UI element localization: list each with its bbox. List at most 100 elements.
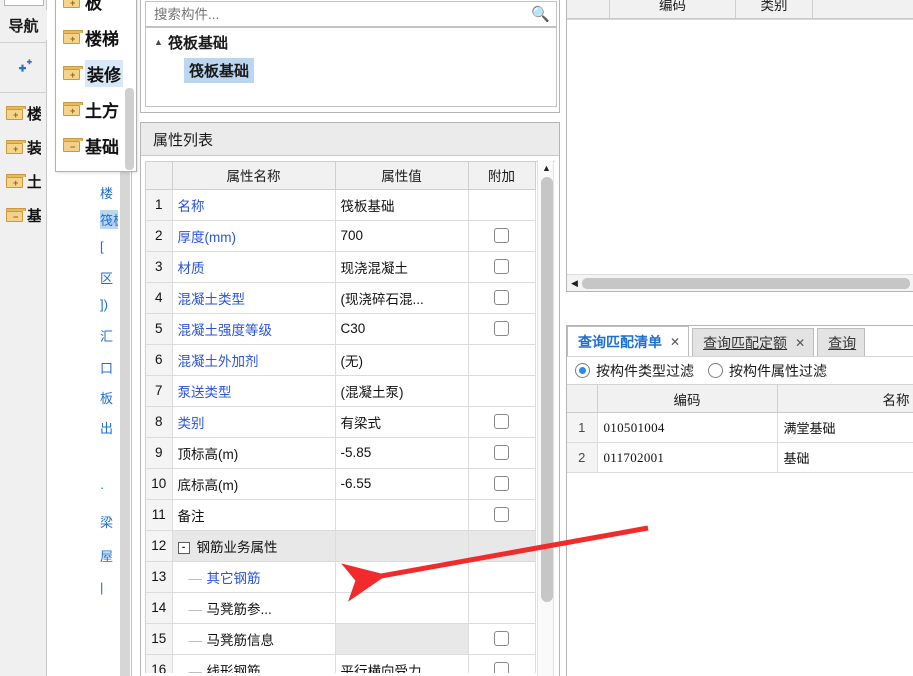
table-row[interactable]: 16 — 线形钢筋... 平行横向受力...: [146, 654, 536, 673]
row-property-name[interactable]: — 线形钢筋...: [172, 654, 336, 673]
attach-checkbox[interactable]: [494, 290, 509, 306]
row-property-name[interactable]: 底标高(m): [172, 468, 336, 500]
dropdown-item-jichu[interactable]: − 基础: [56, 127, 136, 163]
row-property-value[interactable]: (无): [335, 344, 469, 376]
close-icon[interactable]: ✕: [795, 336, 805, 350]
rt-col-code[interactable]: 编码: [610, 0, 736, 18]
row-property-name[interactable]: 备注: [172, 499, 336, 531]
tab-query-match-list[interactable]: 查询匹配清单 ✕: [567, 326, 690, 356]
row-property-value[interactable]: -5.85: [335, 437, 469, 469]
chevron-collapse-icon[interactable]: ▲: [154, 37, 168, 47]
tree-child-row[interactable]: 筏板基础: [146, 56, 556, 84]
attach-checkbox[interactable]: [494, 476, 509, 492]
row-property-name[interactable]: — 马凳筋信息: [172, 623, 336, 655]
right-top-hscrollbar[interactable]: ◀: [567, 274, 913, 291]
dropdown-scrollbar[interactable]: [125, 88, 134, 170]
table-row[interactable]: 5 混凝土强度等级 C30: [146, 313, 536, 345]
row-attach-cell[interactable]: [468, 437, 536, 469]
underlying-panel-scrollbar[interactable]: [120, 160, 130, 676]
attach-checkbox[interactable]: [494, 662, 509, 673]
nav-item-tufang[interactable]: + 土方: [0, 164, 47, 198]
scrollbar-thumb[interactable]: [541, 177, 553, 602]
row-attach-cell[interactable]: [468, 220, 536, 252]
row-name[interactable]: 满堂基础: [777, 412, 913, 443]
row-attach-cell[interactable]: [468, 654, 536, 673]
table-row[interactable]: 1 010501004 满堂基础: [567, 412, 913, 443]
filter-label-by-property[interactable]: 按构件属性过滤: [729, 361, 827, 381]
search-input[interactable]: [152, 5, 532, 23]
rt-col-category[interactable]: 类别: [736, 0, 813, 18]
dropdown-item-zhuangxiu[interactable]: + 装修: [56, 55, 136, 91]
attach-checkbox[interactable]: [494, 507, 509, 523]
row-property-name[interactable]: — 马凳筋参...: [172, 592, 336, 624]
table-row[interactable]: 13 — 其它钢筋: [146, 561, 536, 593]
row-attach-cell[interactable]: [468, 251, 536, 283]
table-row-group[interactable]: 12 - 钢筋业务属性: [146, 530, 536, 562]
search-row[interactable]: 🔍: [145, 1, 557, 27]
row-code[interactable]: 010501004: [597, 412, 778, 443]
row-attach-cell[interactable]: [468, 468, 536, 500]
dropdown-item-tufang[interactable]: + 土方: [56, 91, 136, 127]
close-icon[interactable]: ✕: [670, 335, 680, 349]
row-property-value[interactable]: [335, 561, 469, 593]
property-list-scrollbar[interactable]: ▲: [537, 160, 554, 676]
attach-checkbox[interactable]: [494, 259, 509, 275]
nav-item-zhuangxiu[interactable]: + 装修: [0, 130, 47, 164]
qcol-name[interactable]: 名称: [777, 384, 913, 413]
table-row[interactable]: 14 — 马凳筋参...: [146, 592, 536, 624]
row-property-name[interactable]: 顶标高(m): [172, 437, 336, 469]
hscroll-left-arrow-icon[interactable]: ◀: [567, 278, 582, 289]
radio-filter-by-type[interactable]: [575, 363, 590, 378]
tree-root-row[interactable]: ▲ 筏板基础: [146, 28, 556, 56]
hscroll-thumb[interactable]: [582, 277, 910, 289]
tab-query[interactable]: 查询: [817, 328, 866, 356]
row-property-name[interactable]: 厚度(mm): [172, 220, 336, 252]
row-property-value[interactable]: 700: [335, 220, 469, 252]
row-attach-cell[interactable]: [468, 499, 536, 531]
table-row[interactable]: 3 材质 现浇混凝土: [146, 251, 536, 283]
attach-checkbox[interactable]: [494, 631, 509, 647]
row-property-value[interactable]: [335, 592, 469, 624]
row-property-value[interactable]: (混凝土泵): [335, 375, 469, 407]
row-attach-cell[interactable]: [468, 282, 536, 314]
row-property-name[interactable]: - 钢筋业务属性: [172, 530, 336, 562]
table-row[interactable]: 2 厚度(mm) 700: [146, 220, 536, 252]
row-property-name[interactable]: 类别: [172, 406, 336, 438]
row-property-value[interactable]: 有梁式: [335, 406, 469, 438]
rt-col-extra[interactable]: [813, 0, 913, 18]
sparkle-icon[interactable]: [0, 45, 47, 90]
table-row[interactable]: 10 底标高(m) -6.55: [146, 468, 536, 500]
row-property-value[interactable]: -6.55: [335, 468, 469, 500]
row-attach-cell[interactable]: [468, 406, 536, 438]
table-row[interactable]: 15 — 马凳筋信息: [146, 623, 536, 655]
table-row[interactable]: 1 名称 筏板基础: [146, 189, 536, 221]
row-name[interactable]: 基础: [777, 442, 913, 473]
scroll-up-arrow-icon[interactable]: ▲: [538, 160, 555, 175]
row-attach-cell[interactable]: [468, 623, 536, 655]
collapse-expander-icon[interactable]: -: [177, 541, 190, 554]
table-row[interactable]: 2 011702001 基础: [567, 442, 913, 473]
rt-col-index[interactable]: [567, 0, 610, 18]
row-attach-cell[interactable]: [468, 313, 536, 345]
radio-filter-by-property[interactable]: [708, 363, 723, 378]
row-property-value[interactable]: 筏板基础: [335, 189, 469, 221]
attach-checkbox[interactable]: [494, 445, 509, 461]
row-property-name[interactable]: 混凝土类型: [172, 282, 336, 314]
row-property-name[interactable]: 混凝土外加剂: [172, 344, 336, 376]
row-property-name[interactable]: 名称: [172, 189, 336, 221]
attach-checkbox[interactable]: [494, 228, 509, 244]
row-property-name[interactable]: — 其它钢筋: [172, 561, 336, 593]
table-row[interactable]: 11 备注: [146, 499, 536, 531]
row-property-name[interactable]: 混凝土强度等级: [172, 313, 336, 345]
table-row[interactable]: 6 混凝土外加剂 (无): [146, 344, 536, 376]
filter-label-by-type[interactable]: 按构件类型过滤: [596, 361, 694, 381]
row-property-value[interactable]: C30: [335, 313, 469, 345]
row-property-name[interactable]: 泵送类型: [172, 375, 336, 407]
table-row[interactable]: 8 类别 有梁式: [146, 406, 536, 438]
table-row[interactable]: 9 顶标高(m) -5.85: [146, 437, 536, 469]
attach-checkbox[interactable]: [494, 321, 509, 337]
row-property-name[interactable]: 材质: [172, 251, 336, 283]
row-property-value[interactable]: 平行横向受力...: [335, 654, 469, 673]
attach-checkbox[interactable]: [494, 414, 509, 430]
dropdown-item-ban[interactable]: + 板: [56, 0, 136, 19]
